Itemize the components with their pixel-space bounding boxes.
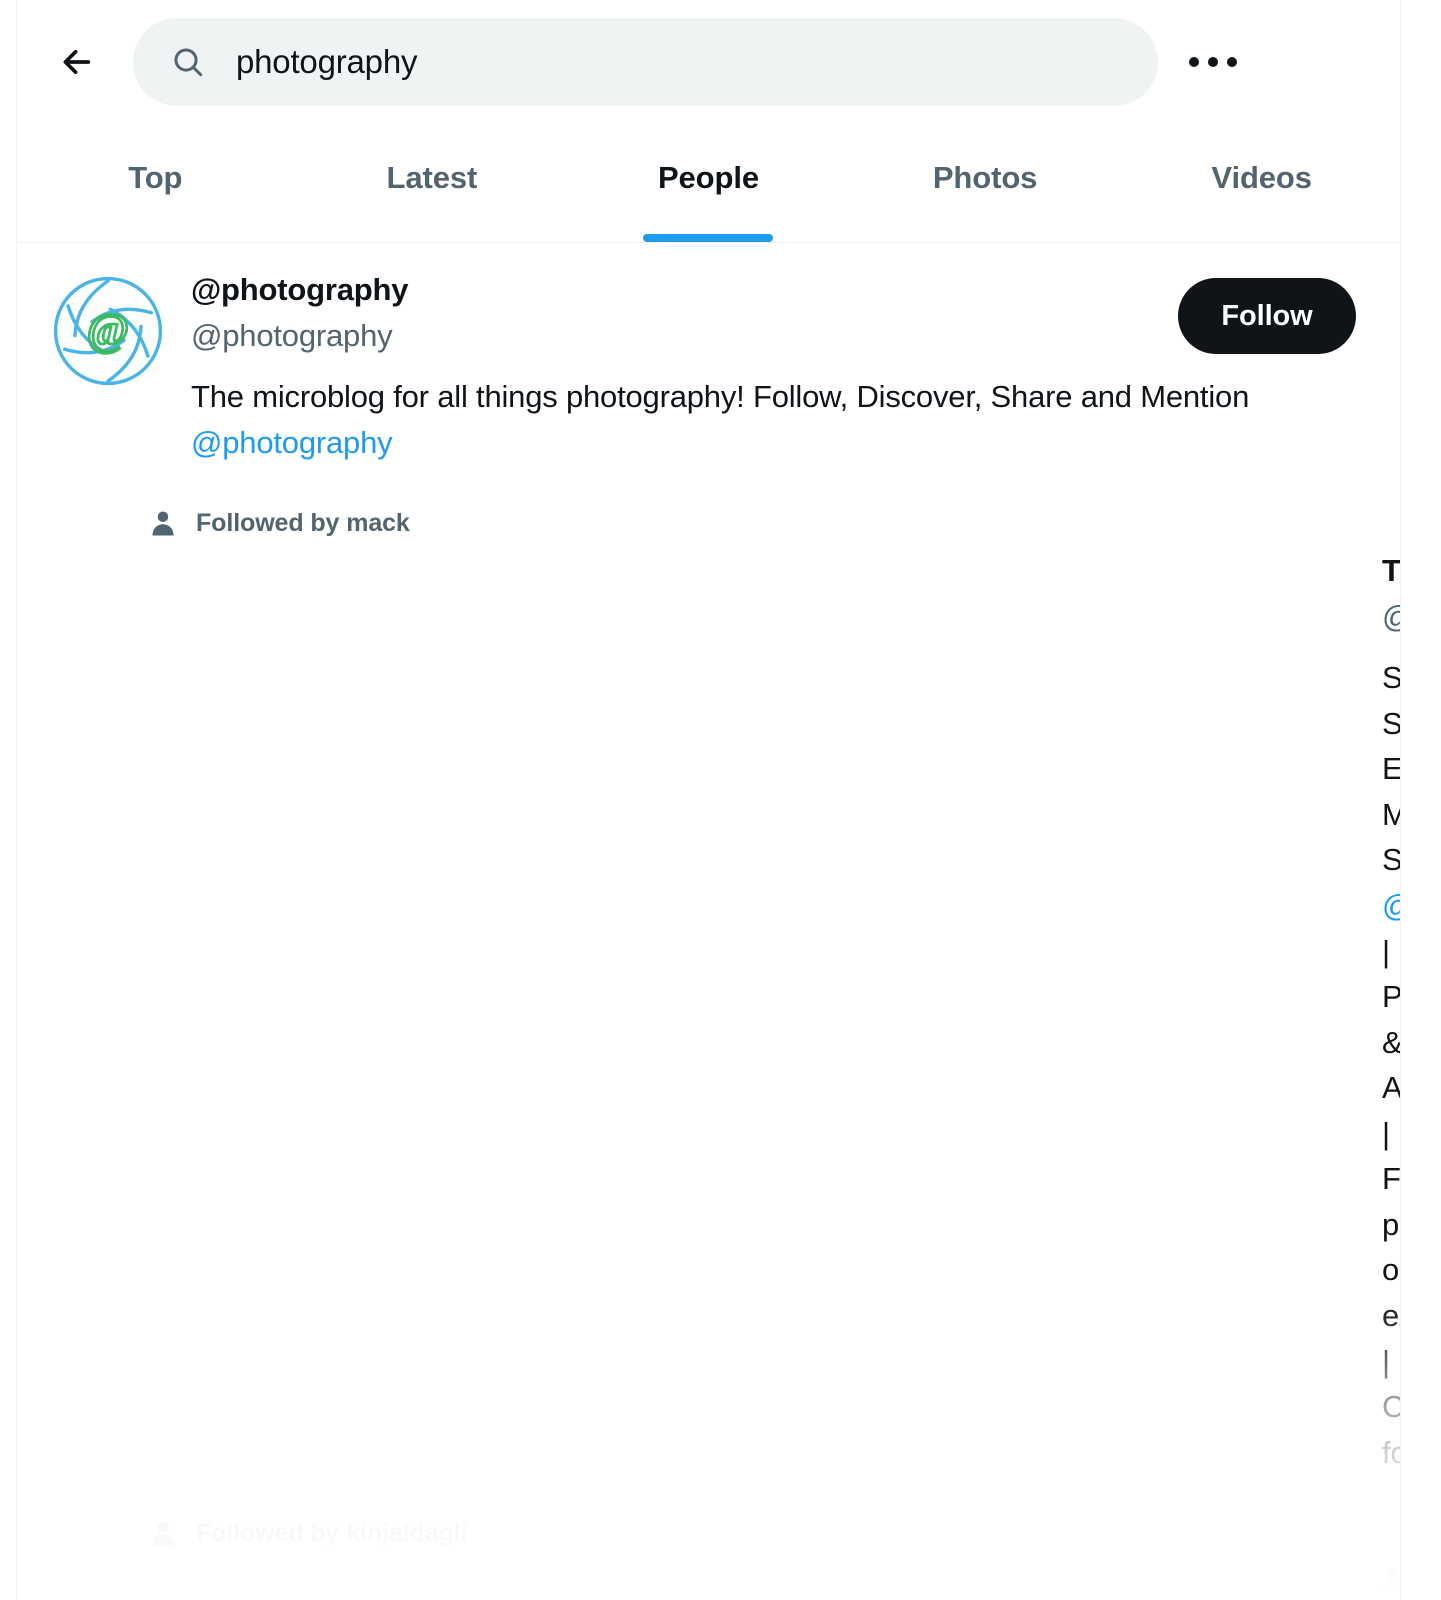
bio-mention[interactable]: @mandt_bank	[1382, 888, 1400, 923]
bio-text: | PPC & Analytics | Family, photography,…	[1382, 933, 1400, 1470]
display-name[interactable]: Ashley Carucci	[1382, 1563, 1400, 1599]
search-tabs: Top Latest People Photos Videos	[17, 124, 1400, 243]
tab-label: People	[657, 160, 759, 195]
search-icon	[171, 45, 205, 79]
tab-label: Photos	[932, 160, 1038, 195]
user-result-photography[interactable]: @ @photography @photography Follow The m…	[17, 244, 1400, 465]
followed-by-row: Followed by kinjaldagli	[51, 1505, 1356, 1561]
tab-people[interactable]: People	[570, 124, 847, 242]
tab-underline	[643, 234, 774, 242]
search-input-value[interactable]: photography	[236, 43, 417, 81]
follow-button[interactable]: Follow	[1178, 278, 1356, 354]
back-button[interactable]	[43, 28, 111, 96]
bio-text: Sr. Search Engine Marketing Specialist	[1382, 660, 1400, 878]
bio-text: The microblog for all things photography…	[191, 379, 1250, 414]
user-result-ashley-carucci[interactable]: Followed by kinjaldagli Ashley Carucci	[17, 1475, 1400, 1600]
display-name[interactable]: @photography	[191, 272, 408, 308]
followed-by-text: Followed by kinjaldagli	[196, 1518, 468, 1547]
back-arrow-icon	[60, 45, 94, 79]
user-bio: The microblog for all things photography…	[191, 374, 1356, 465]
aperture-at-logo-icon: @	[53, 276, 163, 386]
more-options-button[interactable]	[1178, 27, 1248, 97]
followed-by-row: Followed by mack	[51, 495, 1356, 551]
person-icon	[148, 508, 178, 538]
twitter-search-people-screen: photography Top Latest People Photos Vid…	[0, 0, 1441, 1600]
person-icon	[148, 1518, 178, 1548]
tab-top[interactable]: Top	[17, 124, 294, 242]
search-header: photography	[17, 0, 1400, 124]
user-handle[interactable]: @photography	[191, 318, 408, 354]
svg-text:@: @	[87, 304, 129, 355]
search-input[interactable]: photography	[133, 18, 1158, 106]
bio-mention[interactable]: @photography	[191, 425, 393, 460]
tab-label: Videos	[1211, 160, 1312, 195]
user-result-tim-jensen[interactable]: Followed by mack Tim Jensen @timothyjjen…	[17, 465, 1400, 1475]
tab-latest[interactable]: Latest	[294, 124, 571, 242]
more-horizontal-icon	[1189, 57, 1237, 67]
name-row: @photography	[191, 272, 408, 308]
tab-photos[interactable]: Photos	[847, 124, 1124, 242]
display-name[interactable]: Tim Jensen	[1382, 553, 1400, 589]
column-border-right	[1400, 0, 1401, 1600]
tab-label: Latest	[386, 160, 478, 195]
followed-by-text: Followed by mack	[196, 508, 410, 537]
tab-label: Top	[128, 160, 183, 195]
people-results-list: @ @photography @photography Follow The m…	[17, 244, 1400, 1600]
avatar[interactable]: @	[51, 274, 165, 388]
tab-videos[interactable]: Videos	[1123, 124, 1400, 242]
